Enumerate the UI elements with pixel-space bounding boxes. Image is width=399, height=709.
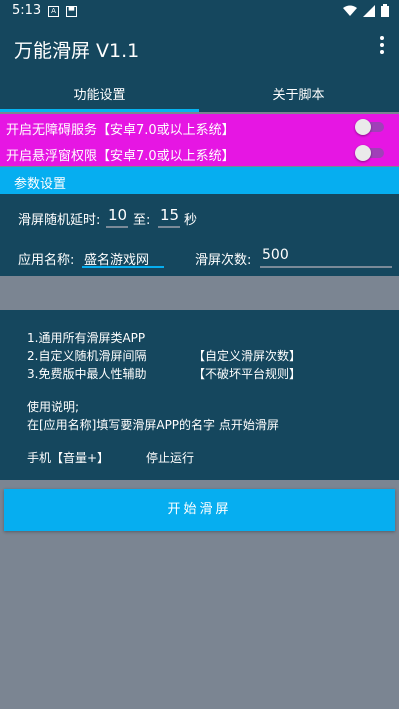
delay-min-input[interactable]: 10 bbox=[108, 206, 127, 224]
overlay-permission-label: 开启悬浮窗权限【安卓7.0或以上系统】 bbox=[6, 149, 235, 164]
feature-line-1: 1.通用所有滑屏类APP bbox=[27, 331, 146, 345]
delay-min-underline bbox=[106, 226, 128, 228]
usage-title: 使用说明; bbox=[27, 400, 80, 414]
battery-icon bbox=[381, 4, 389, 17]
params-header: 参数设置 bbox=[0, 167, 399, 194]
app-name-label: 应用名称: bbox=[18, 253, 75, 268]
tab-about-script[interactable]: 关于脚本 bbox=[199, 84, 398, 103]
params-header-label: 参数设置 bbox=[14, 177, 67, 192]
tab-function-settings[interactable]: 功能设置 bbox=[0, 84, 199, 103]
overflow-menu-icon[interactable] bbox=[379, 36, 385, 57]
info-panel: 1.通用所有滑屏类APP 2.自定义随机滑屏间隔 【自定义滑屏次数】 3.免费版… bbox=[0, 310, 399, 480]
app-title: 万能滑屏 V1.1 bbox=[14, 40, 140, 62]
volume-key-text: 手机【音量+】 bbox=[27, 451, 110, 465]
tab-indicator bbox=[0, 109, 199, 112]
overlay-permission-row: 开启悬浮窗权限【安卓7.0或以上系统】 bbox=[0, 140, 399, 166]
app-bar: 万能滑屏 V1.1 bbox=[0, 24, 399, 72]
notification-icon: ▀ bbox=[66, 6, 77, 17]
accessibility-toggle[interactable] bbox=[355, 119, 385, 135]
delay-max-input[interactable]: 15 bbox=[160, 206, 179, 224]
usage-text: 在[应用名称]填写要滑屏APP的名字 点开始滑屏 bbox=[27, 418, 279, 432]
start-swipe-button[interactable]: 开始滑屏 bbox=[4, 489, 395, 531]
stop-running-text: 停止运行 bbox=[146, 451, 195, 465]
accessibility-permission-label: 开启无障碍服务【安卓7.0或以上系统】 bbox=[6, 123, 235, 138]
accessibility-permission-row: 开启无障碍服务【安卓7.0或以上系统】 bbox=[0, 114, 399, 140]
delay-max-underline bbox=[158, 226, 180, 228]
params-panel: 滑屏随机延时: 10 至: 15 秒 应用名称: 盛名游戏网 滑屏次数: 500 bbox=[0, 194, 399, 276]
seconds-unit: 秒 bbox=[184, 213, 198, 228]
delay-label: 滑屏随机延时: bbox=[18, 213, 101, 228]
feature-line-3-note: 【不破坏平台规则】 bbox=[193, 367, 302, 381]
signal-icon bbox=[363, 4, 375, 17]
overlay-toggle[interactable] bbox=[355, 145, 385, 161]
to-label: 至: bbox=[133, 213, 151, 228]
feature-line-2: 2.自定义随机滑屏间隔 bbox=[27, 349, 147, 363]
wifi-icon bbox=[343, 5, 357, 16]
swipe-count-underline bbox=[260, 266, 392, 268]
tab-bar: 功能设置 关于脚本 bbox=[0, 72, 399, 112]
feature-line-3: 3.免费版中最人性辅助 bbox=[27, 367, 147, 381]
swipe-count-input[interactable]: 500 bbox=[262, 247, 289, 263]
swipe-count-label: 滑屏次数: bbox=[195, 253, 252, 268]
notification-a-icon: A bbox=[48, 6, 59, 17]
feature-line-2-note: 【自定义滑屏次数】 bbox=[193, 349, 302, 363]
status-bar: 5:13 A ▀ bbox=[0, 0, 399, 24]
app-name-underline bbox=[82, 266, 164, 268]
status-time: 5:13 bbox=[12, 3, 42, 18]
